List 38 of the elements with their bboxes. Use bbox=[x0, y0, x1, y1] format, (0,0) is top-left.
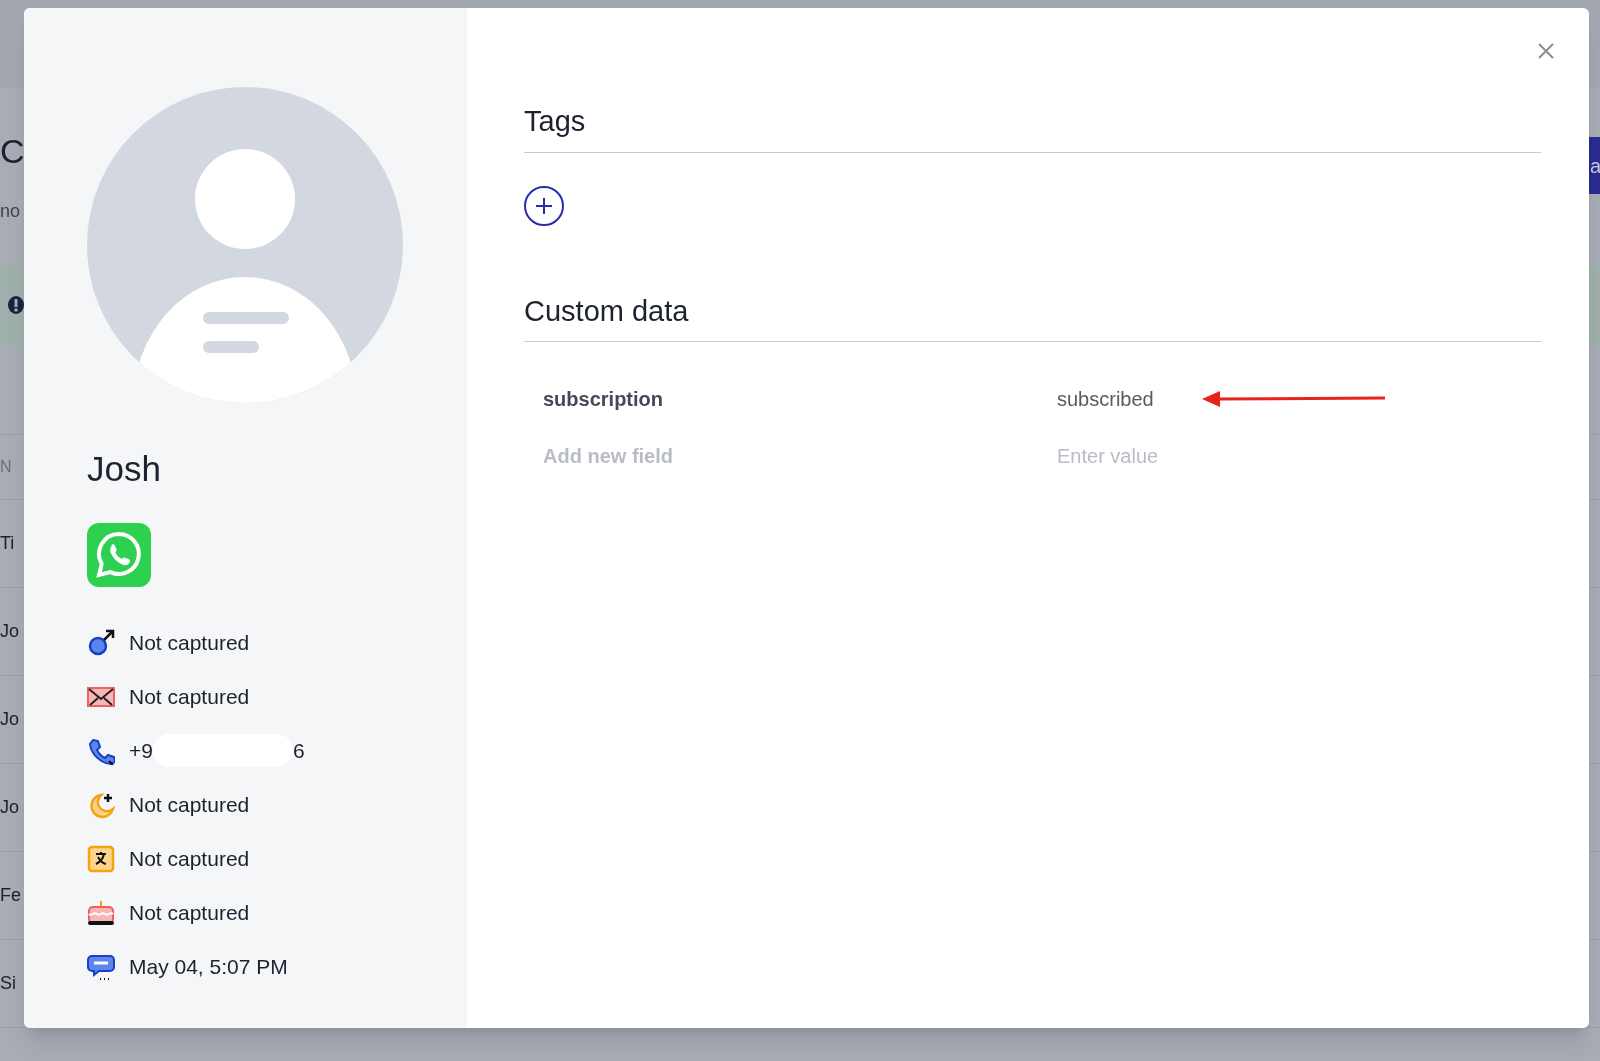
contact-name: Josh bbox=[87, 448, 162, 490]
chat-icon bbox=[87, 952, 115, 981]
language-icon bbox=[87, 844, 115, 873]
phone-icon bbox=[87, 736, 115, 765]
attribute-value: Not captured bbox=[129, 845, 250, 872]
arrow-icon bbox=[1201, 389, 1385, 408]
avatar-icon bbox=[87, 87, 403, 403]
row-name: Jo bbox=[0, 708, 19, 731]
close-icon bbox=[1538, 43, 1554, 59]
field-name-input[interactable]: Add new field bbox=[543, 440, 1057, 471]
column-header: N bbox=[0, 457, 12, 477]
add-tag-button[interactable] bbox=[524, 185, 564, 226]
field-value: subscribed bbox=[1057, 386, 1154, 412]
close-button[interactable] bbox=[1536, 41, 1556, 61]
alert-icon bbox=[8, 296, 24, 314]
page-subheading: no bbox=[0, 200, 21, 223]
row-name: Fe bbox=[0, 884, 21, 907]
field-value-input[interactable]: Enter value bbox=[1057, 440, 1357, 471]
whatsapp-icon bbox=[87, 523, 151, 587]
moon-icon bbox=[87, 790, 115, 819]
attribute-value: May 04, 5:07 PM bbox=[129, 953, 288, 980]
field-name: subscription bbox=[543, 386, 664, 412]
section-title: Custom data bbox=[524, 294, 689, 327]
attribute-value: Not captured bbox=[129, 899, 250, 926]
row-name: Ti bbox=[0, 532, 15, 555]
phone-suffix: 6 bbox=[292, 737, 305, 764]
attribute-value: Not captured bbox=[129, 683, 250, 710]
section-title: Tags bbox=[524, 105, 586, 137]
page-heading: C bbox=[0, 131, 25, 172]
row-name: Jo bbox=[0, 796, 19, 819]
plus-icon bbox=[535, 196, 553, 215]
phone-prefix: +9 bbox=[129, 737, 153, 764]
cake-icon bbox=[87, 898, 115, 927]
attribute-value: Not captured bbox=[129, 791, 250, 818]
attribute-value: Not captured bbox=[129, 629, 250, 656]
row-name: Jo bbox=[0, 620, 19, 643]
row-name: Si bbox=[0, 972, 16, 995]
gender-icon bbox=[87, 628, 115, 657]
